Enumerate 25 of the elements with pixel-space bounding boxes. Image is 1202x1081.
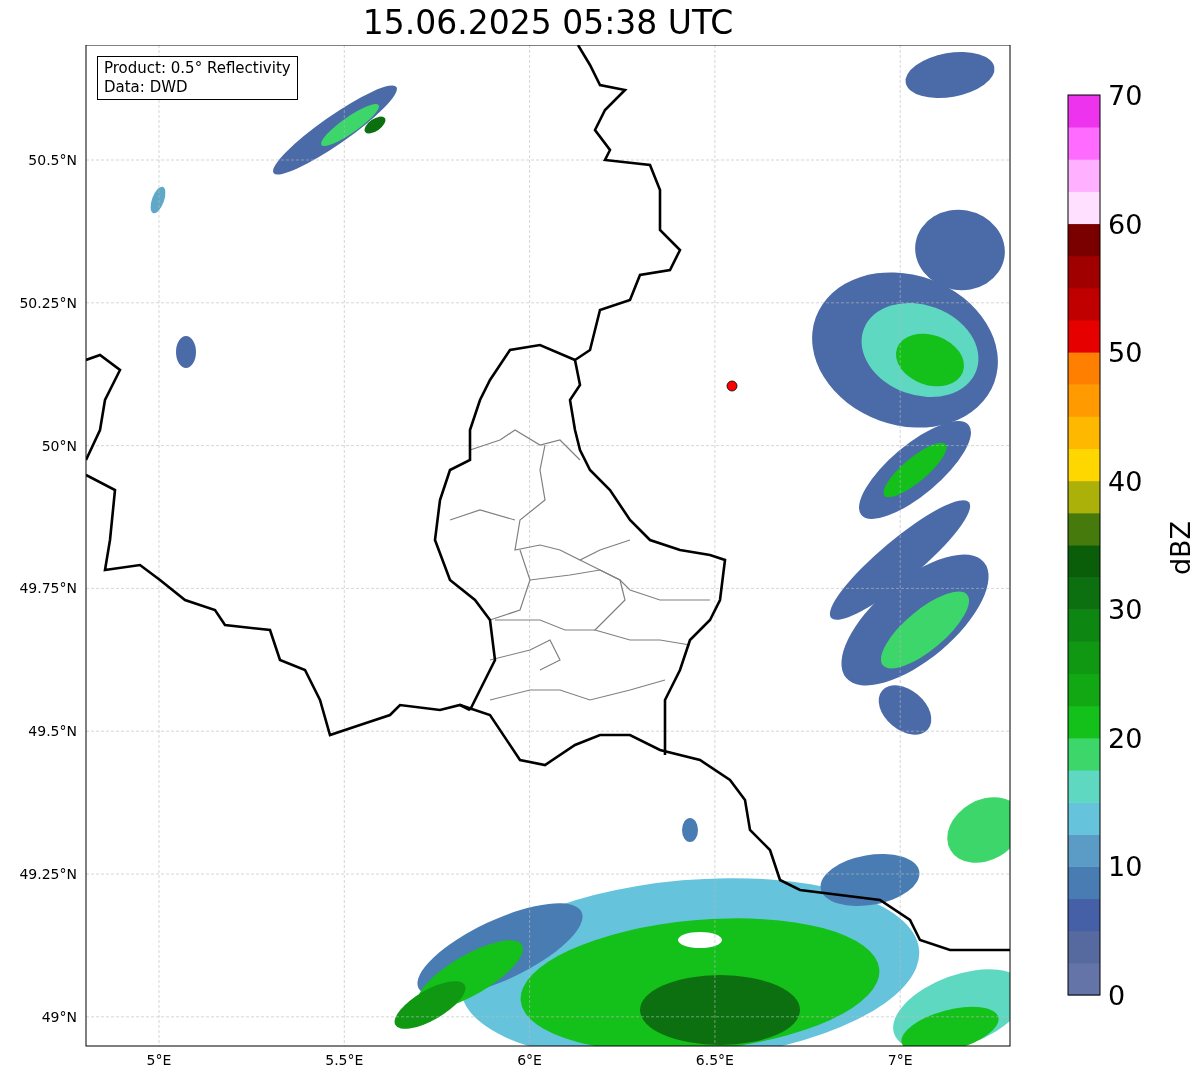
longitude-label: 5.5°E — [325, 1052, 364, 1068]
longitude-label: 5°E — [146, 1052, 172, 1068]
colorbar-tick-label: 40 — [1108, 465, 1143, 497]
radar-site-marker — [726, 380, 738, 392]
latitude-label: 49.25°N — [19, 866, 77, 882]
latitude-label: 49.5°N — [28, 723, 77, 740]
latitude-label: 50.5°N — [28, 152, 77, 168]
colorbar-tick-label: 20 — [1108, 722, 1143, 754]
colorbar-tick-label: 0 — [1108, 980, 1126, 1011]
colorbar-tick-label: 50 — [1108, 337, 1143, 369]
longitude-label: 6°E — [517, 1052, 542, 1068]
latitude-label: 50°N — [41, 437, 77, 454]
chart-title: 15.06.2025 05:38 UTC — [362, 6, 734, 39]
latitude-label: 49.75°N — [19, 580, 77, 597]
colorbar-tick-label: 10 — [1108, 851, 1143, 883]
colorbar-tick-label: 70 — [1108, 80, 1143, 111]
latitude-label: 50.25°N — [19, 294, 77, 311]
colorbar-tick-label: 60 — [1108, 208, 1143, 240]
latitude-label: 49°N — [41, 1008, 77, 1025]
info-text: Data: DWD — [104, 78, 189, 97]
longitude-label: 7°E — [887, 1052, 913, 1068]
longitude-label: 6.5°E — [695, 1052, 734, 1068]
colorbar-label: dBZ — [1165, 520, 1196, 576]
colorbar-tick-label: 30 — [1108, 594, 1143, 626]
info-text: Product: 0.5° Reflectivity — [104, 59, 291, 78]
